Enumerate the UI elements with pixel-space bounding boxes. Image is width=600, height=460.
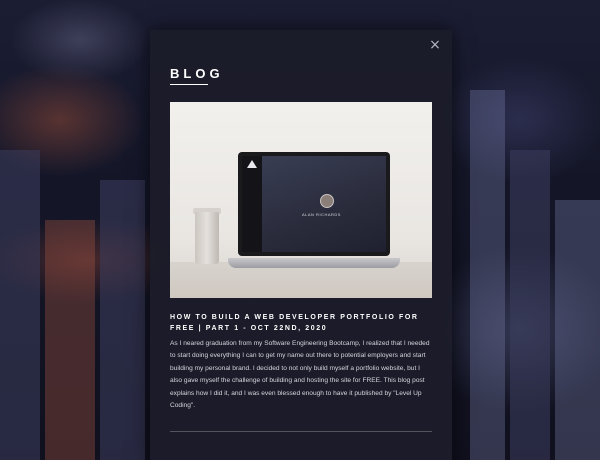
post-image[interactable]: ALAN RICHARDS bbox=[170, 102, 432, 298]
post-body: As I neared graduation from my Software … bbox=[170, 340, 430, 410]
laptop-base bbox=[228, 258, 400, 268]
modal-title: BLOG bbox=[170, 66, 224, 81]
laptop-sidebar bbox=[242, 156, 262, 252]
avatar bbox=[320, 194, 334, 208]
divider bbox=[170, 431, 432, 432]
laptop-screen: ALAN RICHARDS bbox=[238, 152, 390, 256]
logo-icon bbox=[247, 160, 257, 168]
laptop-display: ALAN RICHARDS bbox=[242, 156, 386, 252]
post-title[interactable]: How to Build a Web Developer Portfolio f… bbox=[170, 312, 432, 334]
close-icon[interactable]: × bbox=[428, 38, 442, 52]
title-underline bbox=[170, 84, 208, 85]
blog-modal: × BLOG ALAN RICHARDS How to Build a Web … bbox=[150, 30, 452, 460]
laptop-name: ALAN RICHARDS bbox=[302, 212, 341, 217]
coffee-cup bbox=[195, 212, 219, 264]
